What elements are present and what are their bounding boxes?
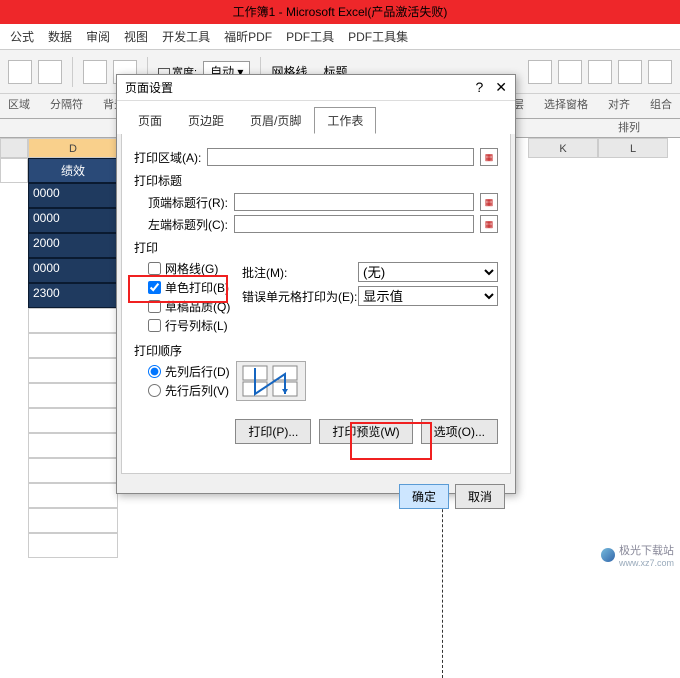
print-area-input[interactable]	[207, 148, 474, 166]
watermark: 极光下载站 www.xz7.com	[601, 542, 674, 568]
ribbon-button-1[interactable]	[8, 60, 32, 84]
ribbon-button-2[interactable]	[38, 60, 62, 84]
tab-pdftool[interactable]: PDF工具	[286, 28, 334, 45]
title-bar: 工作簿1 - Microsoft Excel(产品激活失败)	[0, 0, 680, 24]
order-over-radio[interactable]	[148, 384, 161, 397]
tab-margins[interactable]: 页边距	[175, 107, 237, 134]
col-header-d[interactable]: D	[28, 138, 118, 158]
draft-checkbox[interactable]	[148, 300, 161, 313]
group-icon[interactable]	[648, 60, 672, 84]
tab-formula[interactable]: 公式	[10, 28, 34, 45]
app-title: 工作簿1 - Microsoft Excel(产品激活失败)	[233, 5, 448, 19]
draft-cb-label: 草稿品质(Q)	[165, 298, 230, 315]
empty-cell[interactable]	[28, 408, 118, 433]
order-label: 打印顺序	[134, 342, 498, 359]
tab-review[interactable]: 审阅	[86, 28, 110, 45]
rowcol-cb-label: 行号列标(L)	[165, 317, 228, 334]
dialog-titlebar: 页面设置 ? ✕	[117, 75, 515, 101]
empty-cell[interactable]	[28, 458, 118, 483]
group-breaks: 分隔符	[50, 96, 83, 112]
bring-forward-icon[interactable]	[528, 60, 552, 84]
left-col-label: 左端标题列(C):	[148, 216, 228, 233]
col-header-l[interactable]: L	[598, 138, 668, 158]
print-preview-button[interactable]: 打印预览(W)	[319, 419, 412, 444]
data-cell[interactable]: 0000	[28, 183, 118, 208]
empty-cell[interactable]	[28, 308, 118, 333]
empty-cell[interactable]	[28, 483, 118, 508]
align-icon[interactable]	[618, 60, 642, 84]
page-setup-dialog: 页面设置 ? ✕ 页面 页边距 页眉/页脚 工作表 打印区域(A): ▦ 打印标…	[116, 74, 516, 494]
top-row-label: 顶端标题行(R):	[148, 194, 228, 211]
empty-cell[interactable]	[28, 433, 118, 458]
selpane-label: 选择窗格	[544, 96, 588, 112]
cancel-button[interactable]: 取消	[455, 484, 505, 509]
ribbon-button-3[interactable]	[83, 60, 107, 84]
dialog-title: 页面设置	[125, 79, 173, 96]
mono-checkbox[interactable]	[148, 281, 161, 294]
empty-cell[interactable]	[28, 333, 118, 358]
align-label: 对齐	[608, 96, 630, 112]
selection-pane-icon[interactable]	[588, 60, 612, 84]
tab-data[interactable]: 数据	[48, 28, 72, 45]
data-cell[interactable]: 2300	[28, 283, 118, 308]
empty-cell[interactable]	[28, 383, 118, 408]
row-col-corner[interactable]	[0, 138, 28, 158]
options-button[interactable]: 选项(O)...	[421, 419, 498, 444]
range-select-icon[interactable]: ▦	[480, 215, 498, 233]
top-row-input[interactable]	[234, 193, 474, 211]
watermark-url: www.xz7.com	[619, 558, 674, 568]
send-back-icon[interactable]	[558, 60, 582, 84]
group-area: 区域	[8, 96, 30, 112]
gridlines-checkbox[interactable]	[148, 262, 161, 275]
tab-foxit[interactable]: 福昕PDF	[224, 28, 272, 45]
ok-button[interactable]: 确定	[399, 484, 449, 509]
print-section-label: 打印	[134, 239, 498, 256]
range-select-icon[interactable]: ▦	[480, 193, 498, 211]
order-down-label: 先列后行(D)	[165, 363, 230, 380]
data-header[interactable]: 绩效	[28, 158, 118, 183]
order-over-label: 先行后列(V)	[165, 382, 229, 399]
range-select-icon[interactable]: ▦	[480, 148, 498, 166]
comments-select[interactable]: (无)	[358, 262, 498, 282]
row-header[interactable]	[0, 158, 28, 183]
tab-page[interactable]: 页面	[125, 107, 175, 134]
gridlines-cb-label: 网格线(G)	[165, 260, 218, 277]
print-area-label: 打印区域(A):	[134, 149, 201, 166]
dialog-body: 打印区域(A): ▦ 打印标题 顶端标题行(R): ▦ 左端标题列(C): ▦ …	[121, 134, 511, 474]
watermark-text: 极光下载站	[619, 542, 674, 558]
print-titles-label: 打印标题	[134, 172, 498, 189]
tab-sheet[interactable]: 工作表	[314, 107, 376, 134]
left-col-input[interactable]	[234, 215, 474, 233]
order-down-radio[interactable]	[148, 365, 161, 378]
print-order-icon	[236, 361, 306, 401]
empty-cell[interactable]	[28, 358, 118, 383]
help-icon[interactable]: ?	[475, 79, 483, 96]
data-cell[interactable]: 2000	[28, 233, 118, 258]
col-header-k[interactable]: K	[528, 138, 598, 158]
dialog-tabs: 页面 页边距 页眉/页脚 工作表	[117, 101, 515, 134]
close-icon[interactable]: ✕	[495, 79, 507, 96]
group-label: 组合	[650, 96, 672, 112]
ribbon-tabs: 公式 数据 审阅 视图 开发工具 福昕PDF PDF工具 PDF工具集	[0, 24, 680, 50]
watermark-icon	[601, 548, 615, 562]
tab-pdfset[interactable]: PDF工具集	[348, 28, 408, 45]
empty-cell[interactable]	[28, 533, 118, 558]
rowcol-checkbox[interactable]	[148, 319, 161, 332]
mono-cb-label: 单色打印(B)	[165, 279, 229, 296]
data-cell[interactable]: 0000	[28, 208, 118, 233]
errors-select[interactable]: 显示值	[358, 286, 498, 306]
tab-view[interactable]: 视图	[124, 28, 148, 45]
empty-cell[interactable]	[28, 508, 118, 533]
data-cell[interactable]: 0000	[28, 258, 118, 283]
separator	[72, 57, 73, 87]
comments-label: 批注(M):	[242, 264, 352, 281]
tab-dev[interactable]: 开发工具	[162, 28, 210, 45]
tab-headerfooter[interactable]: 页眉/页脚	[237, 107, 314, 134]
print-button[interactable]: 打印(P)...	[235, 419, 311, 444]
errors-label: 错误单元格打印为(E):	[242, 288, 352, 305]
